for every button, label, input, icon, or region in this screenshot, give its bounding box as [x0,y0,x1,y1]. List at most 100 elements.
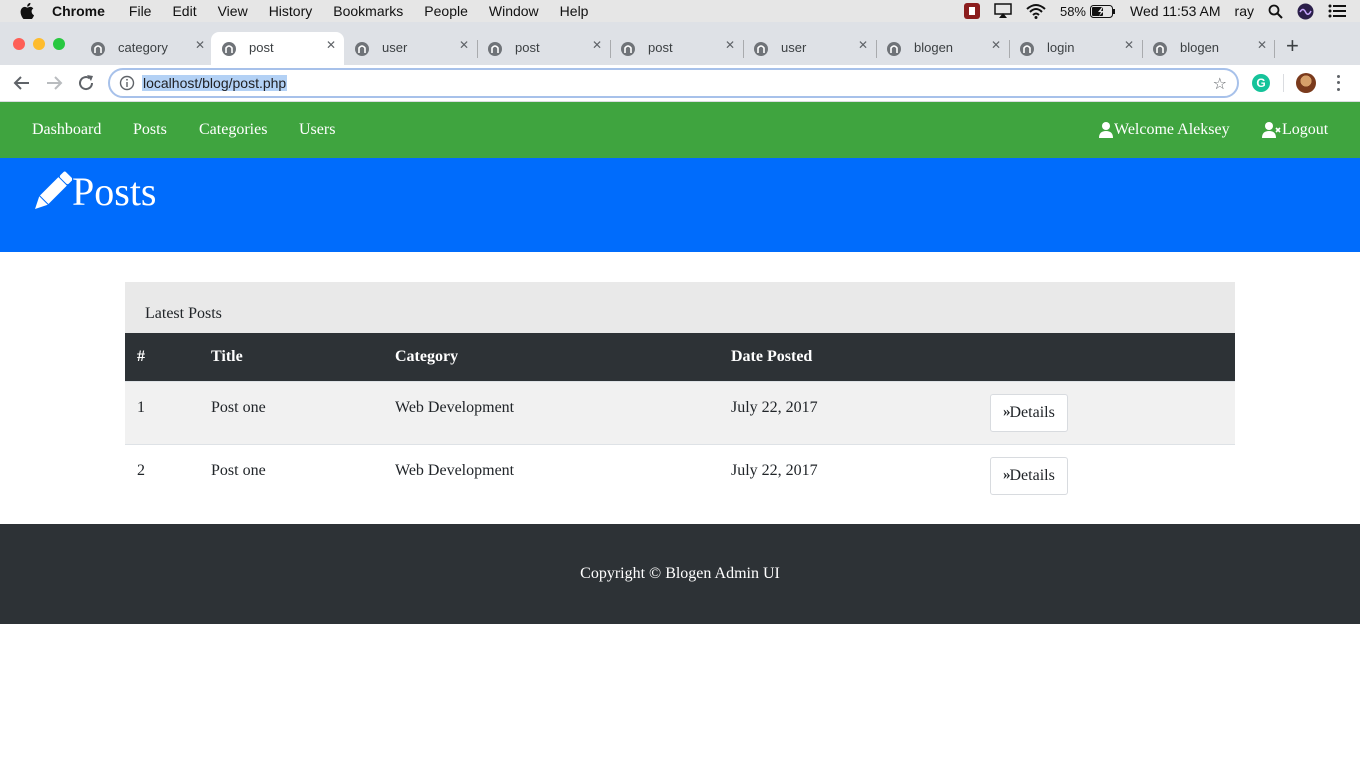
tab-label: post [648,40,673,55]
apple-logo-icon[interactable] [20,3,34,19]
tab-close-icon[interactable]: ✕ [1257,38,1267,52]
reload-icon[interactable] [76,73,96,93]
page-favicon-icon [488,42,502,56]
column-header-date[interactable]: Date Posted [719,333,978,381]
nav-categories[interactable]: Categories [199,121,267,139]
menu-app-name[interactable]: Chrome [52,3,105,19]
page-footer: Copyright © Blogen Admin UI [0,524,1360,624]
browser-tab[interactable]: category ✕ [80,32,213,65]
cell-actions: » Details [978,381,1235,444]
tab-close-icon[interactable]: ✕ [858,38,868,52]
nav-users[interactable]: Users [299,121,335,139]
airplay-icon[interactable] [994,3,1012,19]
menu-view[interactable]: View [218,3,248,19]
chrome-menu-icon[interactable] [1336,73,1340,93]
column-header-actions [978,333,1235,381]
tab-close-icon[interactable]: ✕ [459,38,469,52]
notification-center-icon[interactable] [1328,4,1346,18]
menu-file[interactable]: File [129,3,152,19]
bookmark-star-icon[interactable]: ☆ [1213,74,1227,94]
clock[interactable]: Wed 11:53 AM [1130,3,1221,19]
macos-menubar: Chrome File Edit View History Bookmarks … [0,0,1360,22]
window-close-button[interactable] [13,38,25,50]
nav-welcome-user[interactable]: Welcome Aleksey [1099,121,1230,139]
toolbar-divider [1283,74,1284,92]
browser-tab[interactable]: post ✕ [211,32,344,65]
menu-edit[interactable]: Edit [172,3,196,19]
nav-dashboard[interactable]: Dashboard [32,121,101,139]
menu-help[interactable]: Help [560,3,589,19]
window-zoom-button[interactable] [53,38,65,50]
tab-close-icon[interactable]: ✕ [725,38,735,52]
tab-label: post [249,40,274,55]
user-times-icon [1262,122,1281,138]
browser-tab[interactable]: post ✕ [477,32,610,65]
table-header-row: # Title Category Date Posted [125,333,1235,381]
spotlight-search-icon[interactable] [1268,4,1283,19]
nav-posts[interactable]: Posts [133,121,167,139]
status-app-icon[interactable] [963,3,980,19]
back-arrow-icon[interactable] [12,73,32,93]
page-favicon-icon [1153,42,1167,56]
tab-close-icon[interactable]: ✕ [1124,38,1134,52]
browser-tabstrip: category ✕ post ✕ user ✕ post ✕ post ✕ user ✕ blogen… [0,22,1360,65]
cell-actions: » Details [978,444,1235,507]
tab-label: blogen [914,40,954,55]
pencil-icon [35,171,72,209]
column-header-category[interactable]: Category [383,333,719,381]
browser-tab[interactable]: post ✕ [610,32,743,65]
details-button[interactable]: » Details [990,393,1068,432]
forward-arrow-icon[interactable] [44,73,64,93]
column-header-title[interactable]: Title [199,333,383,381]
site-info-icon[interactable] [119,75,135,91]
menu-people[interactable]: People [424,3,468,19]
browser-tab[interactable]: user ✕ [743,32,876,65]
details-button[interactable]: » Details [990,456,1068,495]
siri-icon[interactable] [1297,3,1314,20]
details-label: Details [1009,466,1055,484]
grammarly-extension-icon[interactable]: G [1252,74,1270,92]
card-heading: Latest Posts [125,282,1235,333]
tab-label: user [382,40,408,55]
menu-history[interactable]: History [269,3,313,19]
table-row: 2 Post one Web Development July 22, 2017… [125,444,1235,507]
page-favicon-icon [91,42,105,56]
nav-logout[interactable]: Logout [1262,121,1328,139]
window-minimize-button[interactable] [33,38,45,50]
tab-close-icon[interactable]: ✕ [592,38,602,52]
latest-posts-card: Latest Posts # Title Category Date Poste… [125,282,1235,507]
menu-window[interactable]: Window [489,3,539,19]
menu-bookmarks[interactable]: Bookmarks [333,3,403,19]
wifi-icon[interactable] [1026,3,1046,19]
table-row: 1 Post one Web Development July 22, 2017… [125,381,1235,444]
page-title: Posts [32,168,157,215]
page-favicon-icon [355,42,369,56]
browser-tab[interactable]: user ✕ [344,32,477,65]
address-url[interactable]: localhost/blog/post.php [142,75,288,91]
tab-close-icon[interactable]: ✕ [326,38,336,52]
browser-tab[interactable]: blogen ✕ [876,32,1009,65]
cell-title: Post one [211,398,266,416]
battery-charging-icon[interactable] [1090,4,1116,18]
cell-category: Web Development [395,398,515,416]
page-favicon-icon [1020,42,1034,56]
angle-double-right-icon: » [1003,467,1010,483]
page-favicon-icon [621,42,635,56]
tab-close-icon[interactable]: ✕ [991,38,1001,52]
profile-avatar[interactable] [1296,73,1316,93]
address-bar[interactable]: localhost/blog/post.php ☆ [108,68,1239,98]
tab-label: login [1047,40,1075,55]
cell-number: 1 [137,398,145,416]
page-header: Posts [0,158,1360,252]
browser-tab[interactable]: login ✕ [1009,32,1142,65]
new-tab-button[interactable]: + [1286,35,1299,57]
tab-separator [1274,40,1275,58]
cell-category: Web Development [395,461,515,479]
cell-date: July 22, 2017 [731,461,818,479]
column-header-number[interactable]: # [125,333,199,381]
tab-close-icon[interactable]: ✕ [195,38,205,52]
angle-double-right-icon: » [1003,404,1010,420]
page-favicon-icon [754,42,768,56]
menubar-user[interactable]: ray [1235,3,1254,19]
browser-tab[interactable]: blogen ✕ [1142,32,1275,65]
